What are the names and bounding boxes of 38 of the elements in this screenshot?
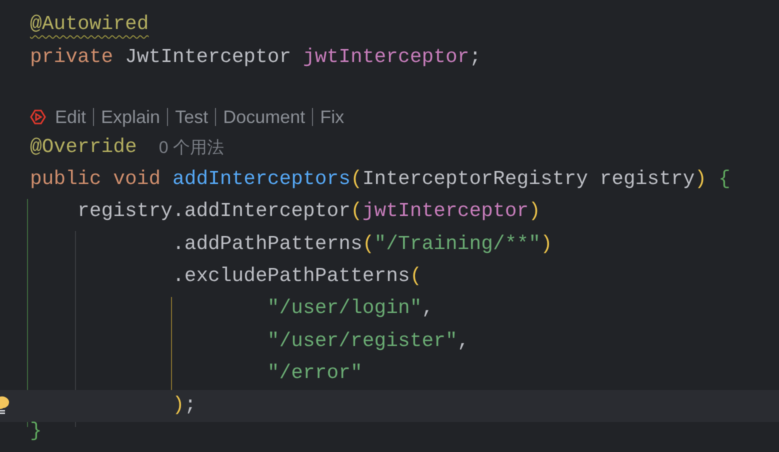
code-token: ) (171, 396, 184, 416)
code-token: JwtInterceptor (124, 48, 292, 68)
code-token: InterceptorRegistry registry (362, 170, 695, 190)
code-token: ( (350, 170, 362, 190)
codelens-action-link[interactable]: Fix (320, 108, 344, 126)
ai-assistant-icon[interactable] (30, 108, 46, 125)
code-token: ; (469, 48, 482, 68)
lightbulb-icon[interactable] (0, 394, 11, 415)
code-token: { (718, 170, 730, 190)
code-token: registry.addInterceptor (76, 202, 351, 222)
code-token: } (30, 422, 42, 442)
code-token: jwtInterceptor (303, 48, 470, 68)
codelens-action-link[interactable]: Document (223, 108, 306, 126)
code-token: , (457, 332, 470, 352)
code-token: .addPathPatterns (171, 234, 362, 255)
code-token: .excludePathPatterns (171, 267, 410, 287)
code-token: addInterceptors (172, 170, 351, 190)
code-token: "/user/register" (266, 332, 458, 352)
codelens-action-link[interactable]: Test (175, 108, 208, 126)
code-token: ; (184, 396, 196, 416)
usage-hint: 0 个用法 (158, 139, 224, 156)
code-token: ) (540, 234, 552, 255)
code-token: , (422, 299, 434, 320)
code-token: "/user/login" (266, 299, 422, 320)
code-token: jwtInterceptor (362, 202, 529, 222)
code-token: ) (528, 202, 540, 222)
code-token: private (30, 48, 114, 68)
annotation-token: @Override (30, 138, 137, 158)
codelens-action-link[interactable]: Edit (55, 108, 86, 126)
code-token: "/Training/**" (374, 234, 540, 255)
code-token: ( (410, 267, 422, 287)
codelens-action-link[interactable]: Explain (101, 108, 160, 126)
code-token: ) (694, 170, 707, 190)
annotation-token: @Autowired (30, 15, 149, 36)
code-token: public void (30, 170, 162, 190)
code-token: "/error" (266, 364, 362, 384)
code-token: ( (350, 202, 362, 222)
code-token: ( (362, 234, 374, 255)
